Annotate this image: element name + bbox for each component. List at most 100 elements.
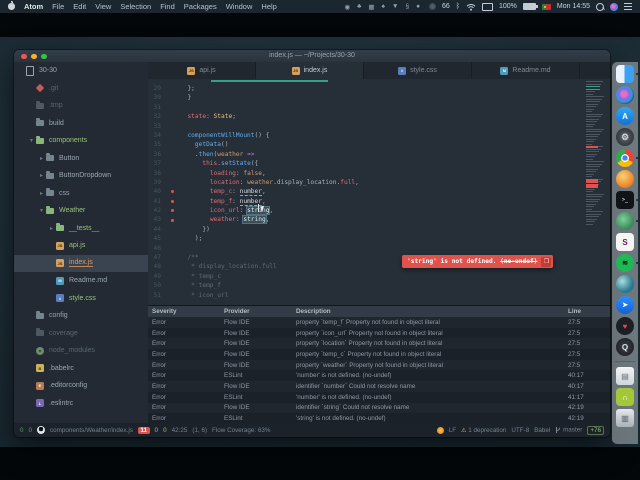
linter-row[interactable]: Error Flow IDE property `location` Propert… xyxy=(148,338,610,350)
iterm-dock-icon[interactable]: >_ xyxy=(616,191,638,209)
encoding[interactable]: UTF-8 xyxy=(511,427,529,434)
archive-utility-dock-icon[interactable]: ▤ xyxy=(616,367,634,385)
notification-center-icon[interactable] xyxy=(624,3,632,10)
menu-help[interactable]: Help xyxy=(261,2,276,11)
linter-row[interactable]: Error ESLint'number' is not defined. (no-… xyxy=(148,370,610,382)
bluetooth-icon[interactable]: ᛒ xyxy=(456,3,460,10)
linter-header-severity[interactable]: Severity xyxy=(148,308,224,315)
tab-Readme.md[interactable]: M Readme.md xyxy=(472,62,580,79)
menu-edit[interactable]: Edit xyxy=(73,2,86,11)
tree-item-coverage[interactable]: coverage xyxy=(14,325,148,343)
linter-row[interactable]: Error Flow IDE property `weather` Property… xyxy=(148,359,610,371)
status-circle-icon[interactable] xyxy=(429,3,436,10)
spade-menubar-icon[interactable]: ♠ xyxy=(382,3,385,10)
tree-item-Button[interactable]: ▸ Button xyxy=(14,150,148,168)
spotify-dock-icon[interactable]: ≋ xyxy=(616,254,638,272)
linter-row[interactable]: Error Flow IDE property `temp_c` Property … xyxy=(148,349,610,360)
menu-view[interactable]: View xyxy=(95,2,111,11)
grammar[interactable]: Babel xyxy=(534,427,550,434)
git-branch[interactable]: master xyxy=(555,426,582,434)
deprecation-count[interactable]: 1 deprecation xyxy=(468,427,506,434)
tree-item-Weather[interactable]: ▾ Weather xyxy=(14,202,148,220)
tree-item-.babelrc[interactable]: B .babelrc xyxy=(14,360,148,378)
section-menubar-icon[interactable]: § xyxy=(405,3,409,10)
git-diff-badge[interactable]: +76 xyxy=(587,425,604,435)
messenger-dock-icon[interactable]: ➤ xyxy=(616,296,634,314)
menu-selection[interactable]: Selection xyxy=(120,2,151,11)
tree-item-css[interactable]: ▸ css xyxy=(14,185,148,203)
evernote-dock-icon[interactable] xyxy=(616,212,638,230)
dot-circle-menubar-icon[interactable]: ◉ xyxy=(344,3,350,11)
linter-row[interactable]: Error Flow IDE identifier `string` Could n… xyxy=(148,402,610,414)
info-count[interactable]: 0 xyxy=(163,427,167,434)
finder-dock-icon[interactable] xyxy=(616,65,638,83)
linter-row[interactable]: Error Flow IDE property `temp_f` Property … xyxy=(148,317,610,328)
tree-item-api.js[interactable]: JS api.js xyxy=(14,237,148,255)
tree-item-components[interactable]: ▾ components xyxy=(14,132,148,150)
menu-file[interactable]: File xyxy=(52,2,64,11)
linter-row[interactable]: Error Flow IDE property `icon_url` Propert… xyxy=(148,327,610,339)
keyboard-flag-icon[interactable] xyxy=(541,3,551,10)
tree-item-.eslintrc[interactable]: L .eslintrc xyxy=(14,395,148,413)
tab-style.css[interactable]: # style.css xyxy=(364,62,472,79)
flow-coverage[interactable]: Flow Coverage: 63% xyxy=(212,427,270,434)
minimap[interactable] xyxy=(586,81,608,241)
menu-atom[interactable]: Atom xyxy=(24,2,43,11)
menu-packages[interactable]: Packages xyxy=(184,2,217,11)
tab-index.js[interactable]: JS index.js xyxy=(256,62,364,79)
tree-item-config[interactable]: config xyxy=(14,307,148,325)
pocket-dock-icon[interactable]: ♥ xyxy=(616,317,634,335)
tree-item-index.js[interactable]: JS index.js xyxy=(14,254,148,272)
siri-dock-icon[interactable] xyxy=(616,86,634,104)
menubar-counter[interactable]: 66 xyxy=(442,3,450,10)
tree-item-Readme.md[interactable]: M Readme.md xyxy=(14,272,148,290)
tree-view[interactable]: 30-30 .git .tmp build ▾ components ▸ Button ▸ But… xyxy=(14,62,148,423)
triangle-down-menubar-icon[interactable]: ▼ xyxy=(392,3,398,10)
app-store-dock-icon[interactable]: A xyxy=(616,107,634,125)
linter-header-description[interactable]: Description xyxy=(296,308,568,315)
menubar-clock[interactable]: Mon 14:55 xyxy=(557,3,590,10)
linter-header-line[interactable]: Line xyxy=(568,308,610,315)
display-icon[interactable] xyxy=(482,2,493,11)
wifi-icon[interactable] xyxy=(466,3,476,11)
tree-item-.tmp[interactable]: .tmp xyxy=(14,97,148,115)
linter-header-provider[interactable]: Provider xyxy=(224,308,296,315)
tree-item-.editorconfig[interactable]: E .editorconfig xyxy=(14,377,148,395)
linter-row[interactable]: Error ESLint'number' is not defined. (no-… xyxy=(148,391,610,403)
warning-count[interactable]: 0 xyxy=(155,427,159,434)
spotlight-icon[interactable] xyxy=(596,2,604,11)
tree-item-30-30[interactable]: 30-30 xyxy=(14,62,148,80)
tree-item-__tests__[interactable]: ▸ __tests__ xyxy=(14,220,148,238)
tree-item-.git[interactable]: .git xyxy=(14,80,148,98)
apple-menu-icon[interactable] xyxy=(8,1,15,10)
trash-dock-icon[interactable]: ▥ xyxy=(616,409,634,427)
rocket-dock-icon[interactable] xyxy=(616,170,634,188)
tree-item-node_modules[interactable]: n node_modules xyxy=(14,342,148,360)
tree-item-build[interactable]: build xyxy=(14,115,148,133)
tree-item-style.css[interactable]: # style.css xyxy=(14,290,148,308)
line-ending[interactable]: LF xyxy=(449,427,456,434)
tooltip-copy-button[interactable]: ❐ xyxy=(541,256,552,267)
grid-menubar-icon[interactable]: ▦ xyxy=(368,3,374,11)
google-earth-dock-icon[interactable] xyxy=(616,275,634,293)
bell-icon[interactable] xyxy=(436,426,444,434)
slack-dock-icon[interactable]: S xyxy=(616,233,634,251)
dot-menubar-icon[interactable]: ● xyxy=(416,3,420,10)
git-counter-a[interactable]: 0 xyxy=(20,427,24,434)
battery-icon[interactable] xyxy=(522,3,538,10)
tab-api.js[interactable]: JS api.js xyxy=(148,62,256,79)
window-titlebar[interactable]: index.js — ~/Projects/30-30 xyxy=(14,50,610,62)
linter-row[interactable]: Error Flow IDE identifier `number` Could n… xyxy=(148,381,610,392)
git-counter-b[interactable]: 0 xyxy=(29,427,33,434)
github-icon[interactable] xyxy=(37,426,46,434)
error-count-badge[interactable]: 11 xyxy=(137,426,150,434)
system-preferences-dock-icon[interactable]: ⚙ xyxy=(616,128,634,146)
chrome-dock-icon[interactable] xyxy=(616,149,638,167)
tree-item-ButtonDropdown[interactable]: ▸ ButtonDropdown xyxy=(14,167,148,185)
android-file-transfer-dock-icon[interactable]: ∩ xyxy=(616,388,634,406)
siri-icon[interactable] xyxy=(610,2,618,11)
file-path[interactable]: components/Weather/index.js xyxy=(50,427,133,434)
cursor-position[interactable]: 42:25 xyxy=(172,427,188,434)
code-editor[interactable]: 29 }; 30 } 31 32 state: State; 33 34 componen… xyxy=(148,79,610,305)
club-menubar-icon[interactable]: ♣ xyxy=(357,3,361,10)
